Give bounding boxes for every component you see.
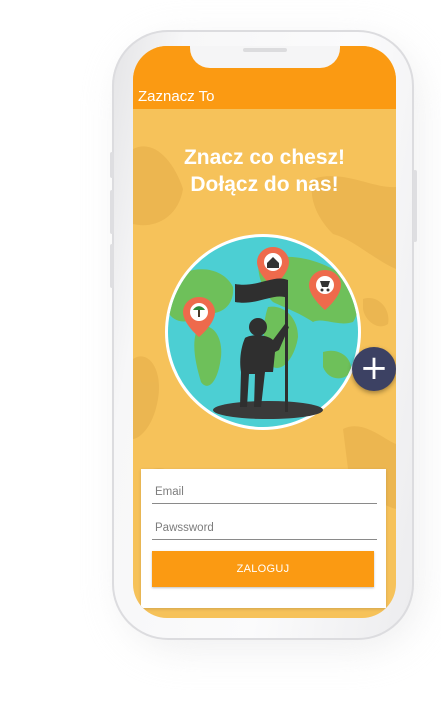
add-fab-button[interactable]: + [352, 347, 396, 391]
hero-line-2: Dołącz do nas! [190, 173, 339, 196]
login-button[interactable]: ZALOGUJ [152, 551, 374, 587]
phone-notch [189, 46, 340, 68]
app-bar: Zaznacz To [133, 46, 396, 109]
app-title: Zaznacz To [138, 88, 215, 105]
globe-illustration [163, 232, 363, 432]
phone-volume-down [110, 244, 114, 288]
phone-volume-up [110, 190, 114, 234]
app-screen: Zaznacz To Znacz co chesz! Dołącz do nas… [133, 46, 396, 618]
globe-icon [165, 234, 361, 430]
password-field[interactable] [152, 517, 377, 540]
email-field[interactable] [152, 481, 377, 504]
phone-power-button [413, 170, 417, 242]
speaker-grille [242, 48, 287, 52]
hero-headline: Znacz co chesz! Dołącz do nas! [133, 144, 396, 198]
phone-mute-switch [110, 152, 114, 178]
hero-line-1: Znacz co chesz! [183, 146, 346, 169]
plus-icon: + [359, 348, 389, 388]
login-card: ZALOGUJ [141, 469, 386, 608]
